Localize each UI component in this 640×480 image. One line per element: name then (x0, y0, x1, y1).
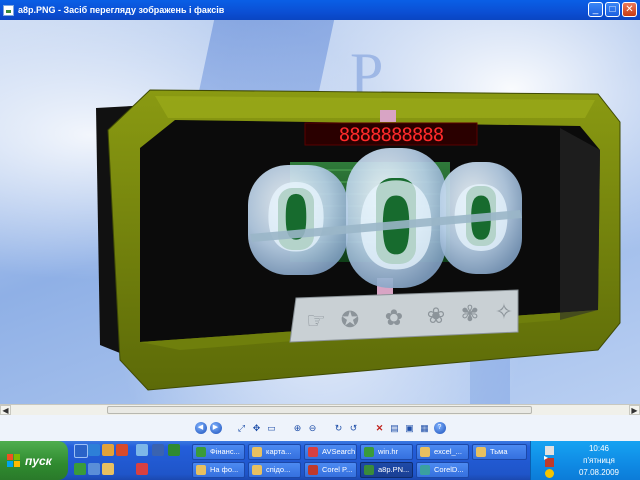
actual-size-icon[interactable]: ✥ (251, 422, 263, 434)
taskbar: пуск Фінанс... карта... AVSearch win.hr … (0, 441, 640, 480)
task-icon (420, 465, 430, 475)
close-button[interactable]: ✕ (622, 2, 637, 17)
task-icon (308, 465, 318, 475)
scroll-right-icon[interactable]: ▶ (629, 405, 640, 415)
taskbar-task[interactable]: спідо... (248, 462, 301, 478)
clock-date: 07.08.2009 (578, 468, 620, 477)
best-fit-icon[interactable]: ⤢ (236, 422, 248, 434)
taskbar-task[interactable]: Corel P... (304, 462, 357, 478)
task-label: Corel P... (322, 465, 353, 474)
help-icon[interactable]: ? (433, 422, 446, 434)
task-label: AVSearch (322, 447, 356, 456)
prev-image-icon[interactable]: ◀ (194, 422, 207, 434)
clock-time[interactable]: 10:46 (559, 444, 639, 453)
folder-icon[interactable] (102, 444, 114, 456)
quick-launch-icon[interactable] (74, 463, 86, 475)
open-icon[interactable]: ▦ (419, 422, 431, 434)
quick-launch-icon[interactable] (152, 444, 164, 456)
taskbar-task[interactable]: AVSearch (304, 444, 357, 460)
device-render: 8888888888 0 0 0 ☞ ✪ ✿ ❀ ✾ ✧ (96, 89, 621, 391)
delete-icon[interactable]: ✕ (374, 422, 386, 434)
taskbar-task[interactable]: карта... (248, 444, 301, 460)
task-label: CorelD... (434, 465, 464, 474)
task-label: excel_... (434, 447, 462, 456)
zoom-out-icon[interactable]: ⊖ (307, 422, 319, 434)
taskbar-task[interactable]: Фінанс... (192, 444, 245, 460)
task-icon (308, 447, 318, 457)
folder-icon (476, 447, 486, 457)
symbol-2: ✪ (341, 308, 359, 333)
next-image-icon[interactable]: ▶ (209, 422, 222, 434)
task-label: Тьма (490, 447, 508, 456)
viewer-toolbar: ◀ ▶ ⤢ ✥ ▭ ⊕ ⊖ ↻ ↺ ✕ ▤ ▣ ▦ ? (0, 415, 640, 441)
start-label: пуск (25, 453, 52, 468)
task-label: На фо... (210, 465, 239, 474)
windows-logo-icon (7, 453, 21, 468)
minimize-button[interactable]: _ (588, 2, 603, 17)
star-icon[interactable] (545, 469, 554, 478)
task-label: a8p.PN... (378, 465, 410, 474)
symbol-3: ✿ (385, 306, 403, 331)
print-icon[interactable]: ▤ (389, 422, 401, 434)
device-right-wall (560, 128, 600, 320)
symbol-4: ❀ (427, 304, 445, 329)
slideshow-icon[interactable]: ▭ (266, 422, 278, 434)
save-icon[interactable]: ▣ (404, 422, 416, 434)
quick-launch-icon[interactable] (168, 444, 180, 456)
clock-day: п'ятниця (583, 456, 615, 465)
scroll-left-icon[interactable]: ◀ (0, 405, 11, 415)
start-button[interactable]: пуск (0, 441, 68, 480)
quick-launch-icon[interactable] (136, 444, 148, 456)
taskbar-task[interactable]: win.hr (360, 444, 413, 460)
taskbar-task[interactable]: excel_... (416, 444, 469, 460)
task-icon (364, 447, 374, 457)
quick-launch-icon[interactable] (88, 463, 100, 475)
task-label: Фінанс... (210, 447, 240, 456)
folder-icon (252, 447, 262, 457)
connector-top (380, 110, 396, 122)
image-viewport[interactable]: P 8888888888 0 ☞ ✪ ✿ ❀ ✾ ✧ (0, 20, 640, 404)
media-player-icon[interactable] (116, 444, 128, 456)
rotate-cw-icon[interactable]: ↻ (333, 422, 345, 434)
taskbar-task-active[interactable]: a8p.PN... (360, 462, 413, 478)
task-label: карта... (266, 447, 292, 456)
symbol-1: ☞ (306, 309, 326, 334)
folder-icon (252, 465, 262, 475)
internet-explorer-icon[interactable] (88, 444, 100, 456)
scroll-thumb[interactable] (107, 406, 532, 414)
segment-display-text: 8888888888 (339, 124, 444, 146)
task-label: спідо... (266, 465, 291, 474)
horizontal-scrollbar[interactable]: ◀ ▶ (0, 404, 640, 415)
symbol-6: ✧ (495, 300, 513, 325)
quick-launch-icon[interactable] (102, 463, 114, 475)
folder-icon (420, 447, 430, 457)
show-desktop-icon[interactable] (74, 444, 88, 458)
rotate-ccw-icon[interactable]: ↺ (348, 422, 360, 434)
title-bar[interactable]: a8p.PNG - Засіб перегляду зображень і фа… (0, 0, 640, 20)
taskbar-task[interactable]: CorelD... (416, 462, 469, 478)
window-title: a8p.PNG - Засіб перегляду зображень і фа… (18, 5, 225, 15)
taskbar-task[interactable]: Тьма (472, 444, 527, 460)
folder-icon (196, 465, 206, 475)
maximize-button[interactable]: □ (605, 2, 620, 17)
symbol-5: ✾ (461, 302, 479, 327)
tray-arrow-icon[interactable]: ▸ (544, 453, 552, 465)
quick-launch-icon[interactable] (136, 463, 148, 475)
task-icon (196, 447, 206, 457)
taskbar-task[interactable]: На фо... (192, 462, 245, 478)
image-viewer-icon (364, 465, 374, 475)
task-label: win.hr (378, 447, 399, 456)
zoom-in-icon[interactable]: ⊕ (292, 422, 304, 434)
image-viewer-icon (3, 4, 14, 16)
tube-digit-left: 0 (264, 165, 328, 272)
